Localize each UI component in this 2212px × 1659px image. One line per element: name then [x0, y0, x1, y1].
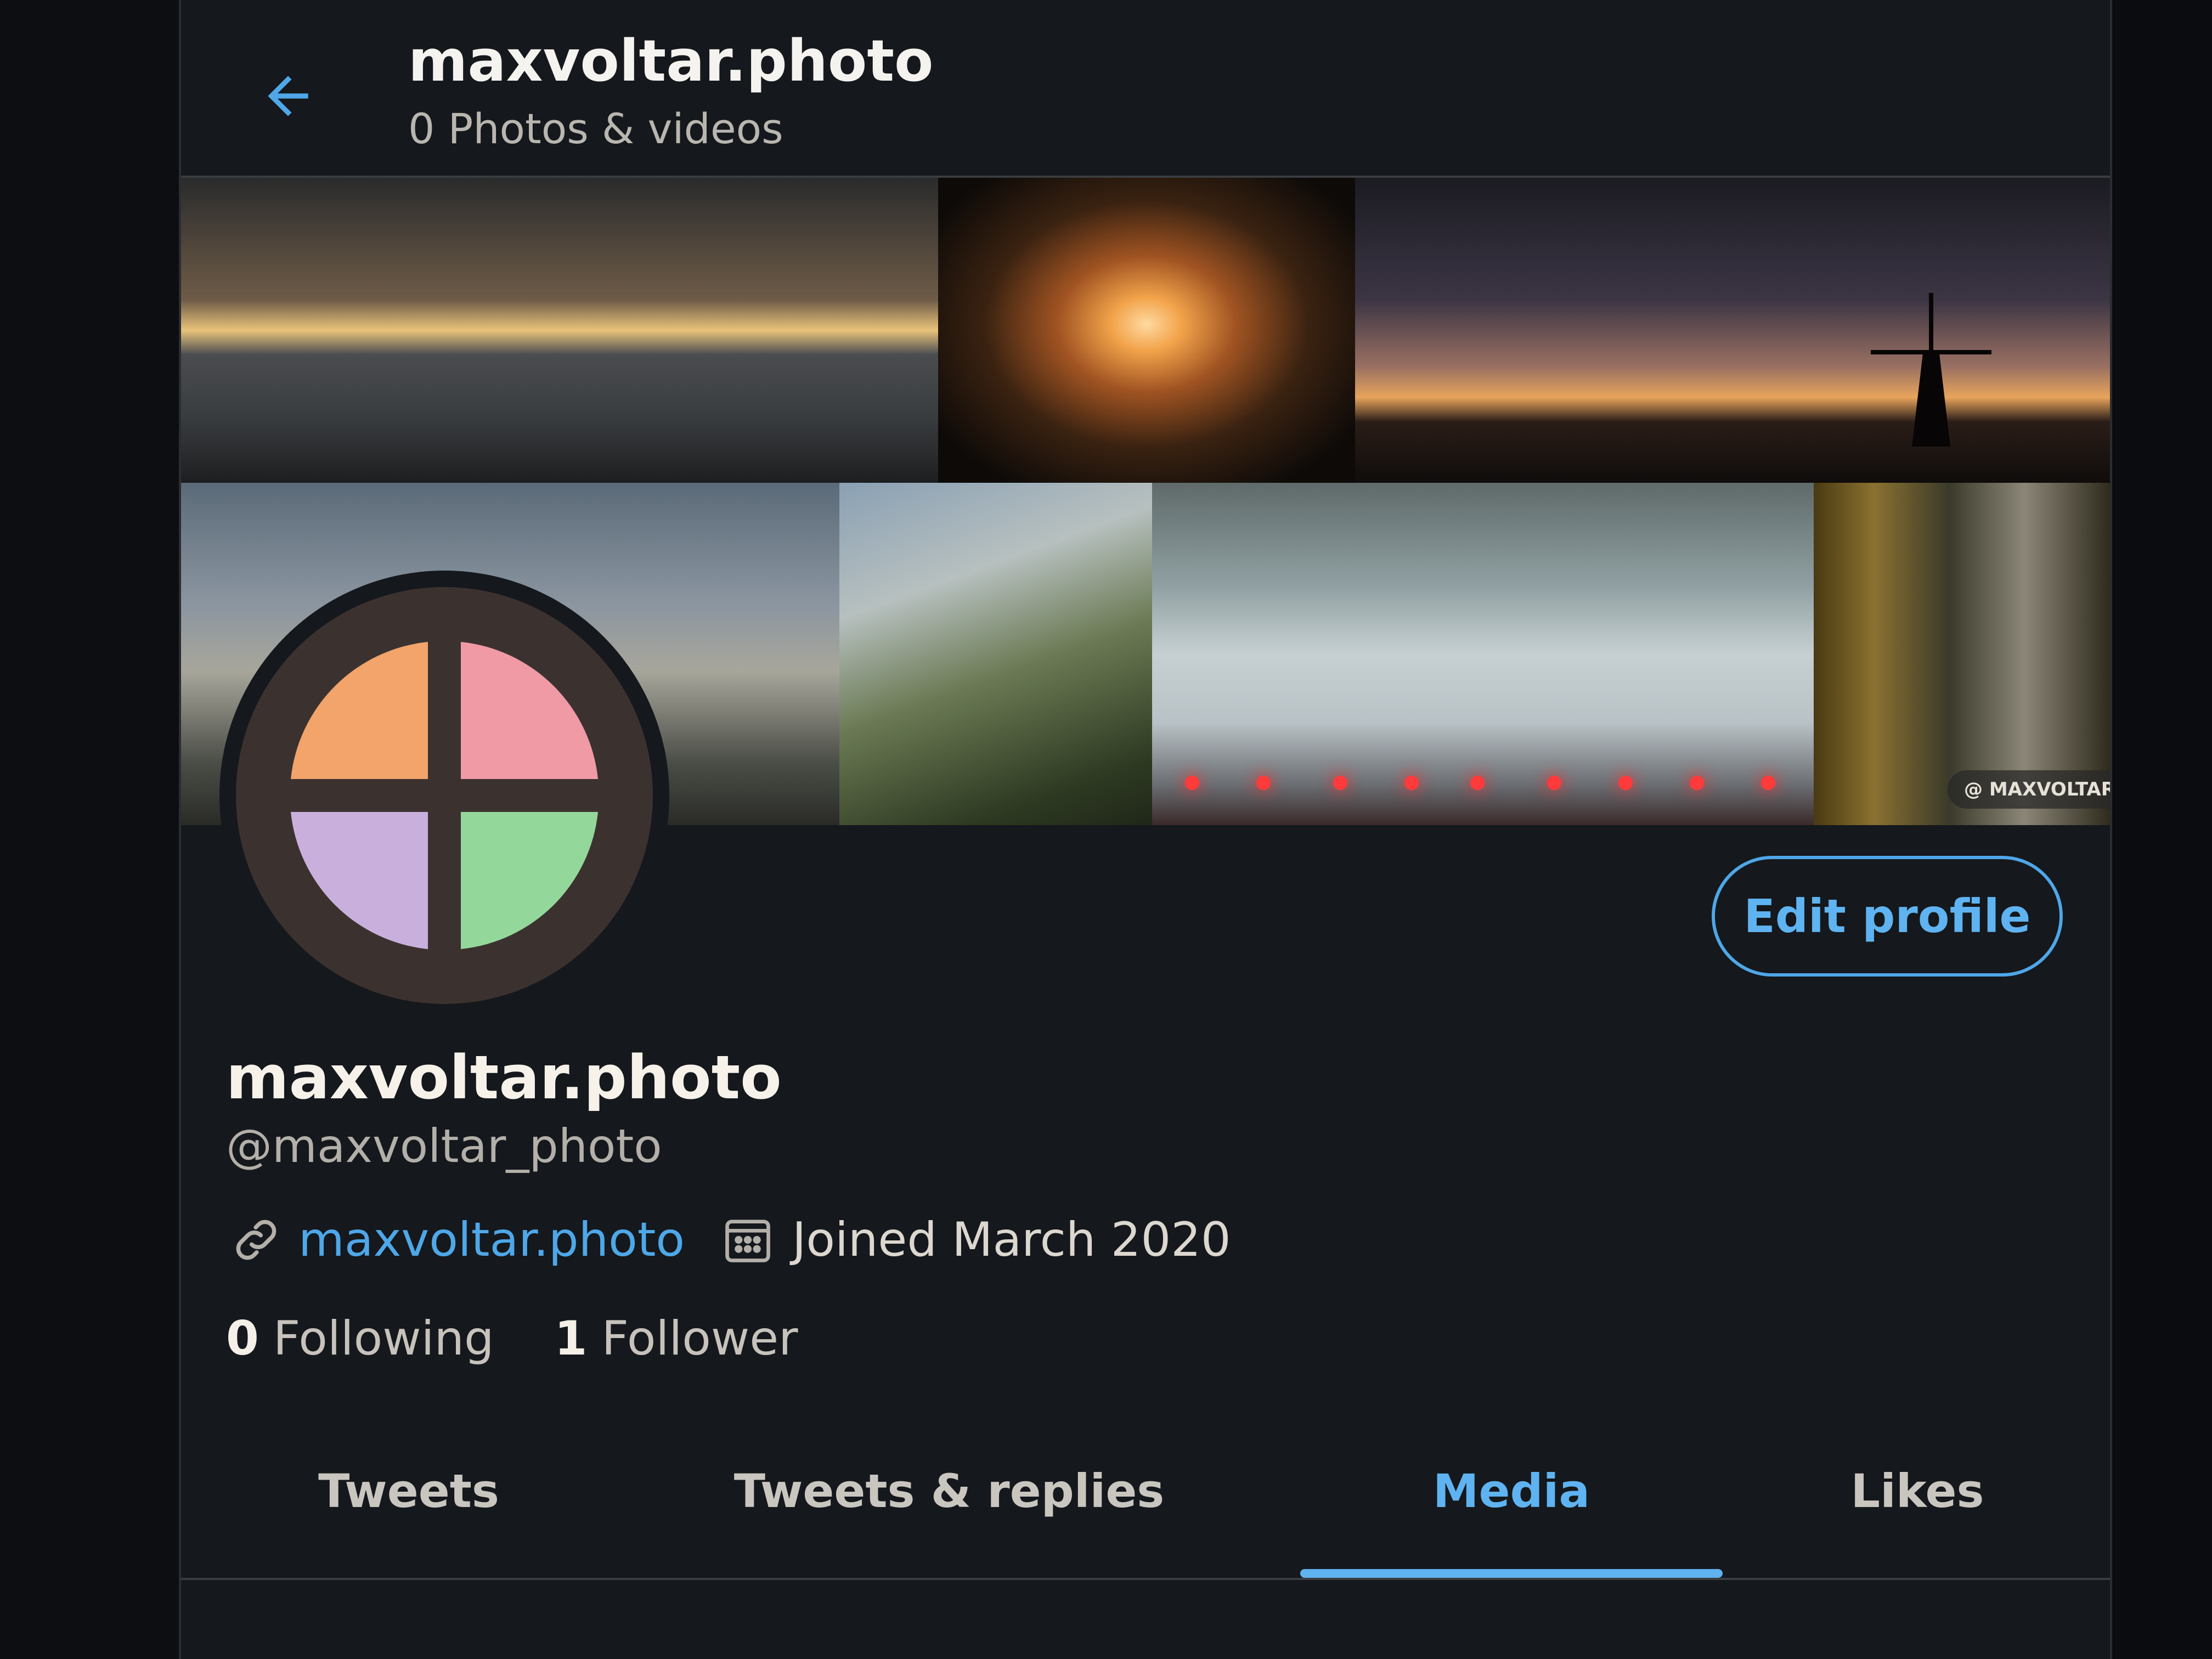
profile-meta: maxvoltar.photo Joined March 2020: [226, 1207, 1231, 1273]
arrow-left-icon: [268, 76, 308, 116]
back-button[interactable]: [247, 55, 329, 137]
follow-stats: 0 Following 1 Follower: [226, 1306, 858, 1372]
header-title: maxvoltar.photo: [408, 27, 934, 94]
building-red-lights: [1163, 776, 1816, 792]
profile-display-name: maxvoltar.photo: [226, 1042, 782, 1113]
profile-panel: maxvoltar.photo 0 Photos & videos @ MAXV…: [179, 0, 2112, 1659]
edit-profile-button[interactable]: Edit profile: [1712, 856, 2063, 977]
header-media-count: 0 Photos & videos: [408, 104, 783, 153]
following-link[interactable]: 0 Following: [226, 1311, 494, 1366]
windmill-silhouette: [1871, 293, 1991, 447]
banner-photo-sunset-water: [181, 178, 938, 483]
followers-label: Follower: [601, 1311, 798, 1366]
profile-website-link[interactable]: maxvoltar.photo: [298, 1212, 685, 1267]
link-icon: [226, 1210, 286, 1270]
profile-tabs: Tweets Tweets & replies Media Likes: [181, 1404, 2110, 1580]
tab-media[interactable]: Media: [1300, 1404, 1723, 1578]
profile-header: maxvoltar.photo 0 Photos & videos: [181, 0, 2110, 178]
avatar-quadrant-logo: [291, 642, 598, 949]
banner-watermark: @ MAXVOLTAR: [1948, 770, 2110, 809]
screen-bezel-left: [0, 0, 179, 1659]
followers-link[interactable]: 1 Follower: [555, 1311, 798, 1366]
avatar[interactable]: [219, 571, 669, 1020]
profile-handle: @maxvoltar_photo: [226, 1119, 662, 1173]
followers-count: 1: [554, 1311, 588, 1366]
tab-likes[interactable]: Likes: [1723, 1404, 2112, 1578]
media-feed-area: [181, 1580, 2110, 1659]
banner-photo-lighthouse-grass: [839, 483, 1152, 825]
calendar-icon: [718, 1210, 778, 1270]
following-count: 0: [226, 1311, 259, 1366]
following-label: Following: [273, 1311, 494, 1366]
profile-joined-date: Joined March 2020: [792, 1212, 1231, 1267]
active-tab-indicator: [1300, 1569, 1723, 1578]
banner-photo-wrapped-building: [1152, 483, 1814, 825]
tab-tweets[interactable]: Tweets: [181, 1404, 636, 1578]
banner-photo-sunset-field: [938, 178, 1355, 483]
screen-bezel-right: [2112, 0, 2212, 1659]
tab-tweets-replies[interactable]: Tweets & replies: [636, 1404, 1262, 1578]
